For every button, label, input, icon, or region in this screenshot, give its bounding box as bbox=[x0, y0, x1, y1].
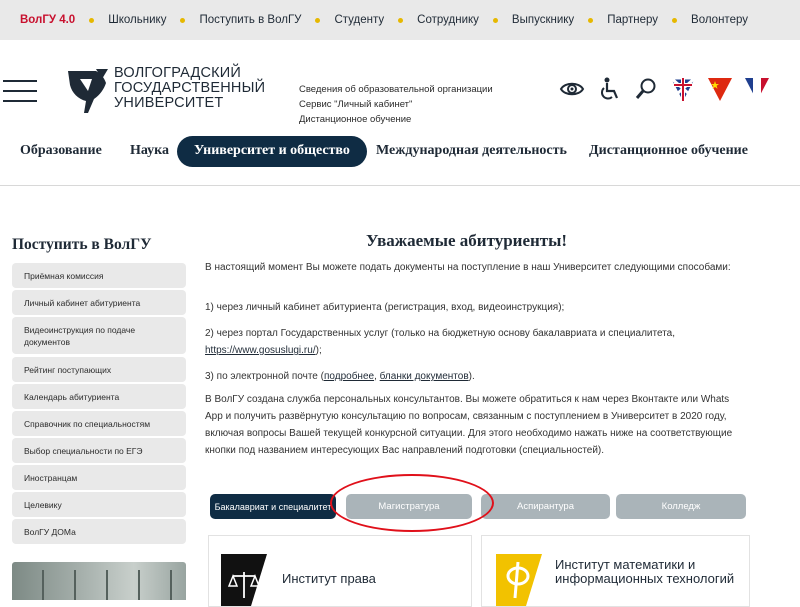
sidebar-item-applicant-rating[interactable]: Рейтинг поступающих bbox=[12, 357, 186, 382]
tab-postgraduate[interactable]: Аспирантура bbox=[481, 494, 610, 519]
nav-item-science[interactable]: Наука bbox=[130, 143, 169, 159]
consultants-paragraph: В ВолГУ создана служба персональных конс… bbox=[205, 394, 733, 456]
topbar-link-volgu40[interactable]: ВолГУ 4.0 bbox=[20, 14, 75, 26]
topbar-separator-dot bbox=[89, 17, 95, 23]
sidebar-item-video-instruction[interactable]: Видеоинструкция по подаче документов bbox=[12, 317, 186, 354]
topbar-separator-dot bbox=[588, 17, 594, 23]
sidebar-item-applicant-account[interactable]: Личный кабинет абитуриента bbox=[12, 290, 186, 315]
option2-text: 2) через портал Государственных услуг (т… bbox=[205, 328, 675, 339]
nav-item-international[interactable]: Международная деятельность bbox=[376, 143, 567, 159]
option1-paragraph: 1) через личный кабинет абитуриента (рег… bbox=[205, 302, 565, 313]
university-logo-text[interactable]: ВОЛГОГРАДСКИЙ ГОСУДАРСТВЕННЫЙ УНИВЕРСИТЕ… bbox=[114, 66, 265, 111]
sidebar-item-volgu-at-home[interactable]: ВолГУ ДОМа bbox=[12, 519, 186, 544]
logo-line: ВОЛГОГРАДСКИЙ bbox=[114, 65, 242, 81]
details-link[interactable]: подробнее bbox=[324, 371, 374, 382]
sidebar-item-foreigners[interactable]: Иностранцам bbox=[12, 465, 186, 490]
topbar-separator-dot bbox=[180, 17, 186, 23]
option2-paragraph: 2) через портал Государственных услуг (т… bbox=[205, 325, 745, 359]
flag-france-icon[interactable] bbox=[743, 76, 771, 102]
nav-item-education[interactable]: Образование bbox=[20, 143, 102, 159]
topbar-link-volunteer[interactable]: Волонтеру bbox=[691, 14, 748, 26]
institute-card-law[interactable]: Институт права bbox=[208, 535, 472, 607]
document-forms-link[interactable]: бланки документов bbox=[380, 371, 469, 382]
tab-college[interactable]: Колледж bbox=[616, 494, 746, 519]
topbar-link-apply[interactable]: Поступить в ВолГУ bbox=[199, 14, 301, 26]
phi-letter-icon bbox=[496, 554, 542, 606]
tab-bachelor-specialist[interactable]: Бакалавриат и специалитет bbox=[210, 494, 336, 519]
flag-china-icon[interactable] bbox=[706, 76, 734, 102]
topbar-separator-dot bbox=[315, 17, 321, 23]
option2-suffix: ); bbox=[315, 345, 322, 356]
top-bar: ВолГУ 4.0 Школьнику Поступить в ВолГУ Ст… bbox=[0, 0, 800, 40]
topbar-link-student[interactable]: Студенту bbox=[334, 14, 384, 26]
highlight-circle-annotation bbox=[330, 474, 494, 532]
link-personal-account[interactable]: Сервис "Личный кабинет" bbox=[299, 97, 493, 112]
topbar-separator-dot bbox=[672, 17, 678, 23]
logo-line: УНИВЕРСИТЕТ bbox=[114, 95, 224, 111]
nav-item-university-society[interactable]: Университет и общество bbox=[177, 136, 367, 167]
university-logo-icon[interactable] bbox=[66, 67, 110, 115]
topbar-link-employee[interactable]: Сотруднику bbox=[417, 14, 479, 26]
main-nav: Образование Наука Университет и общество… bbox=[0, 136, 800, 168]
option3-suffix: ). bbox=[468, 371, 475, 382]
gosuslugi-link[interactable]: https://www.gosuslugi.ru/ bbox=[205, 345, 316, 356]
hamburger-menu-icon[interactable] bbox=[3, 80, 37, 106]
search-icon[interactable] bbox=[632, 76, 660, 102]
accessibility-wheelchair-icon[interactable] bbox=[595, 76, 623, 102]
intro-paragraph: В настоящий момент Вы можете подать доку… bbox=[205, 262, 731, 273]
sidebar-item-specialty-by-exam[interactable]: Выбор специальности по ЕГЭ bbox=[12, 438, 186, 463]
logo-line: ГОСУДАРСТВЕННЫЙ bbox=[114, 80, 266, 96]
flag-uk-icon[interactable] bbox=[669, 76, 697, 102]
link-distance-learning[interactable]: Дистанционное обучение bbox=[299, 112, 493, 127]
visually-impaired-eye-icon[interactable] bbox=[558, 76, 586, 102]
header-divider bbox=[0, 185, 800, 186]
topbar-link-schoolkid[interactable]: Школьнику bbox=[108, 14, 166, 26]
law-scales-icon bbox=[221, 554, 267, 606]
nav-item-distance-learning[interactable]: Дистанционное обучение bbox=[589, 143, 748, 159]
content-heading: Уважаемые абитуриенты! bbox=[366, 231, 568, 250]
sidebar-item-applicant-calendar[interactable]: Календарь абитуриента bbox=[12, 384, 186, 409]
institute-card-math-it[interactable]: Институт математики и информационных тех… bbox=[481, 535, 750, 607]
option3-text: 3) по электронной почте ( bbox=[205, 371, 324, 382]
sidebar-item-targeted-students[interactable]: Целевику bbox=[12, 492, 186, 517]
header-icons bbox=[558, 76, 780, 102]
sidebar-item-admissions-office[interactable]: Приёмная комиссия bbox=[12, 263, 186, 288]
card-title: Институт права bbox=[282, 571, 376, 586]
header-info-links: Сведения об образовательной организации … bbox=[299, 82, 493, 127]
sidebar-title: Поступить в ВолГУ bbox=[12, 236, 152, 253]
topbar-link-graduate[interactable]: Выпускнику bbox=[512, 14, 574, 26]
topbar-separator-dot bbox=[492, 17, 498, 23]
option3-paragraph: 3) по электронной почте (подробнее, блан… bbox=[205, 368, 745, 385]
card-title: Институт математики и информационных тех… bbox=[555, 557, 735, 586]
sidebar-promo-image[interactable] bbox=[12, 562, 186, 600]
topbar-separator-dot bbox=[398, 17, 404, 23]
link-organization-info[interactable]: Сведения об образовательной организации bbox=[299, 82, 493, 97]
topbar-link-partner[interactable]: Партнеру bbox=[607, 14, 658, 26]
sidebar-item-specialties-guide[interactable]: Справочник по специальностям bbox=[12, 411, 186, 436]
